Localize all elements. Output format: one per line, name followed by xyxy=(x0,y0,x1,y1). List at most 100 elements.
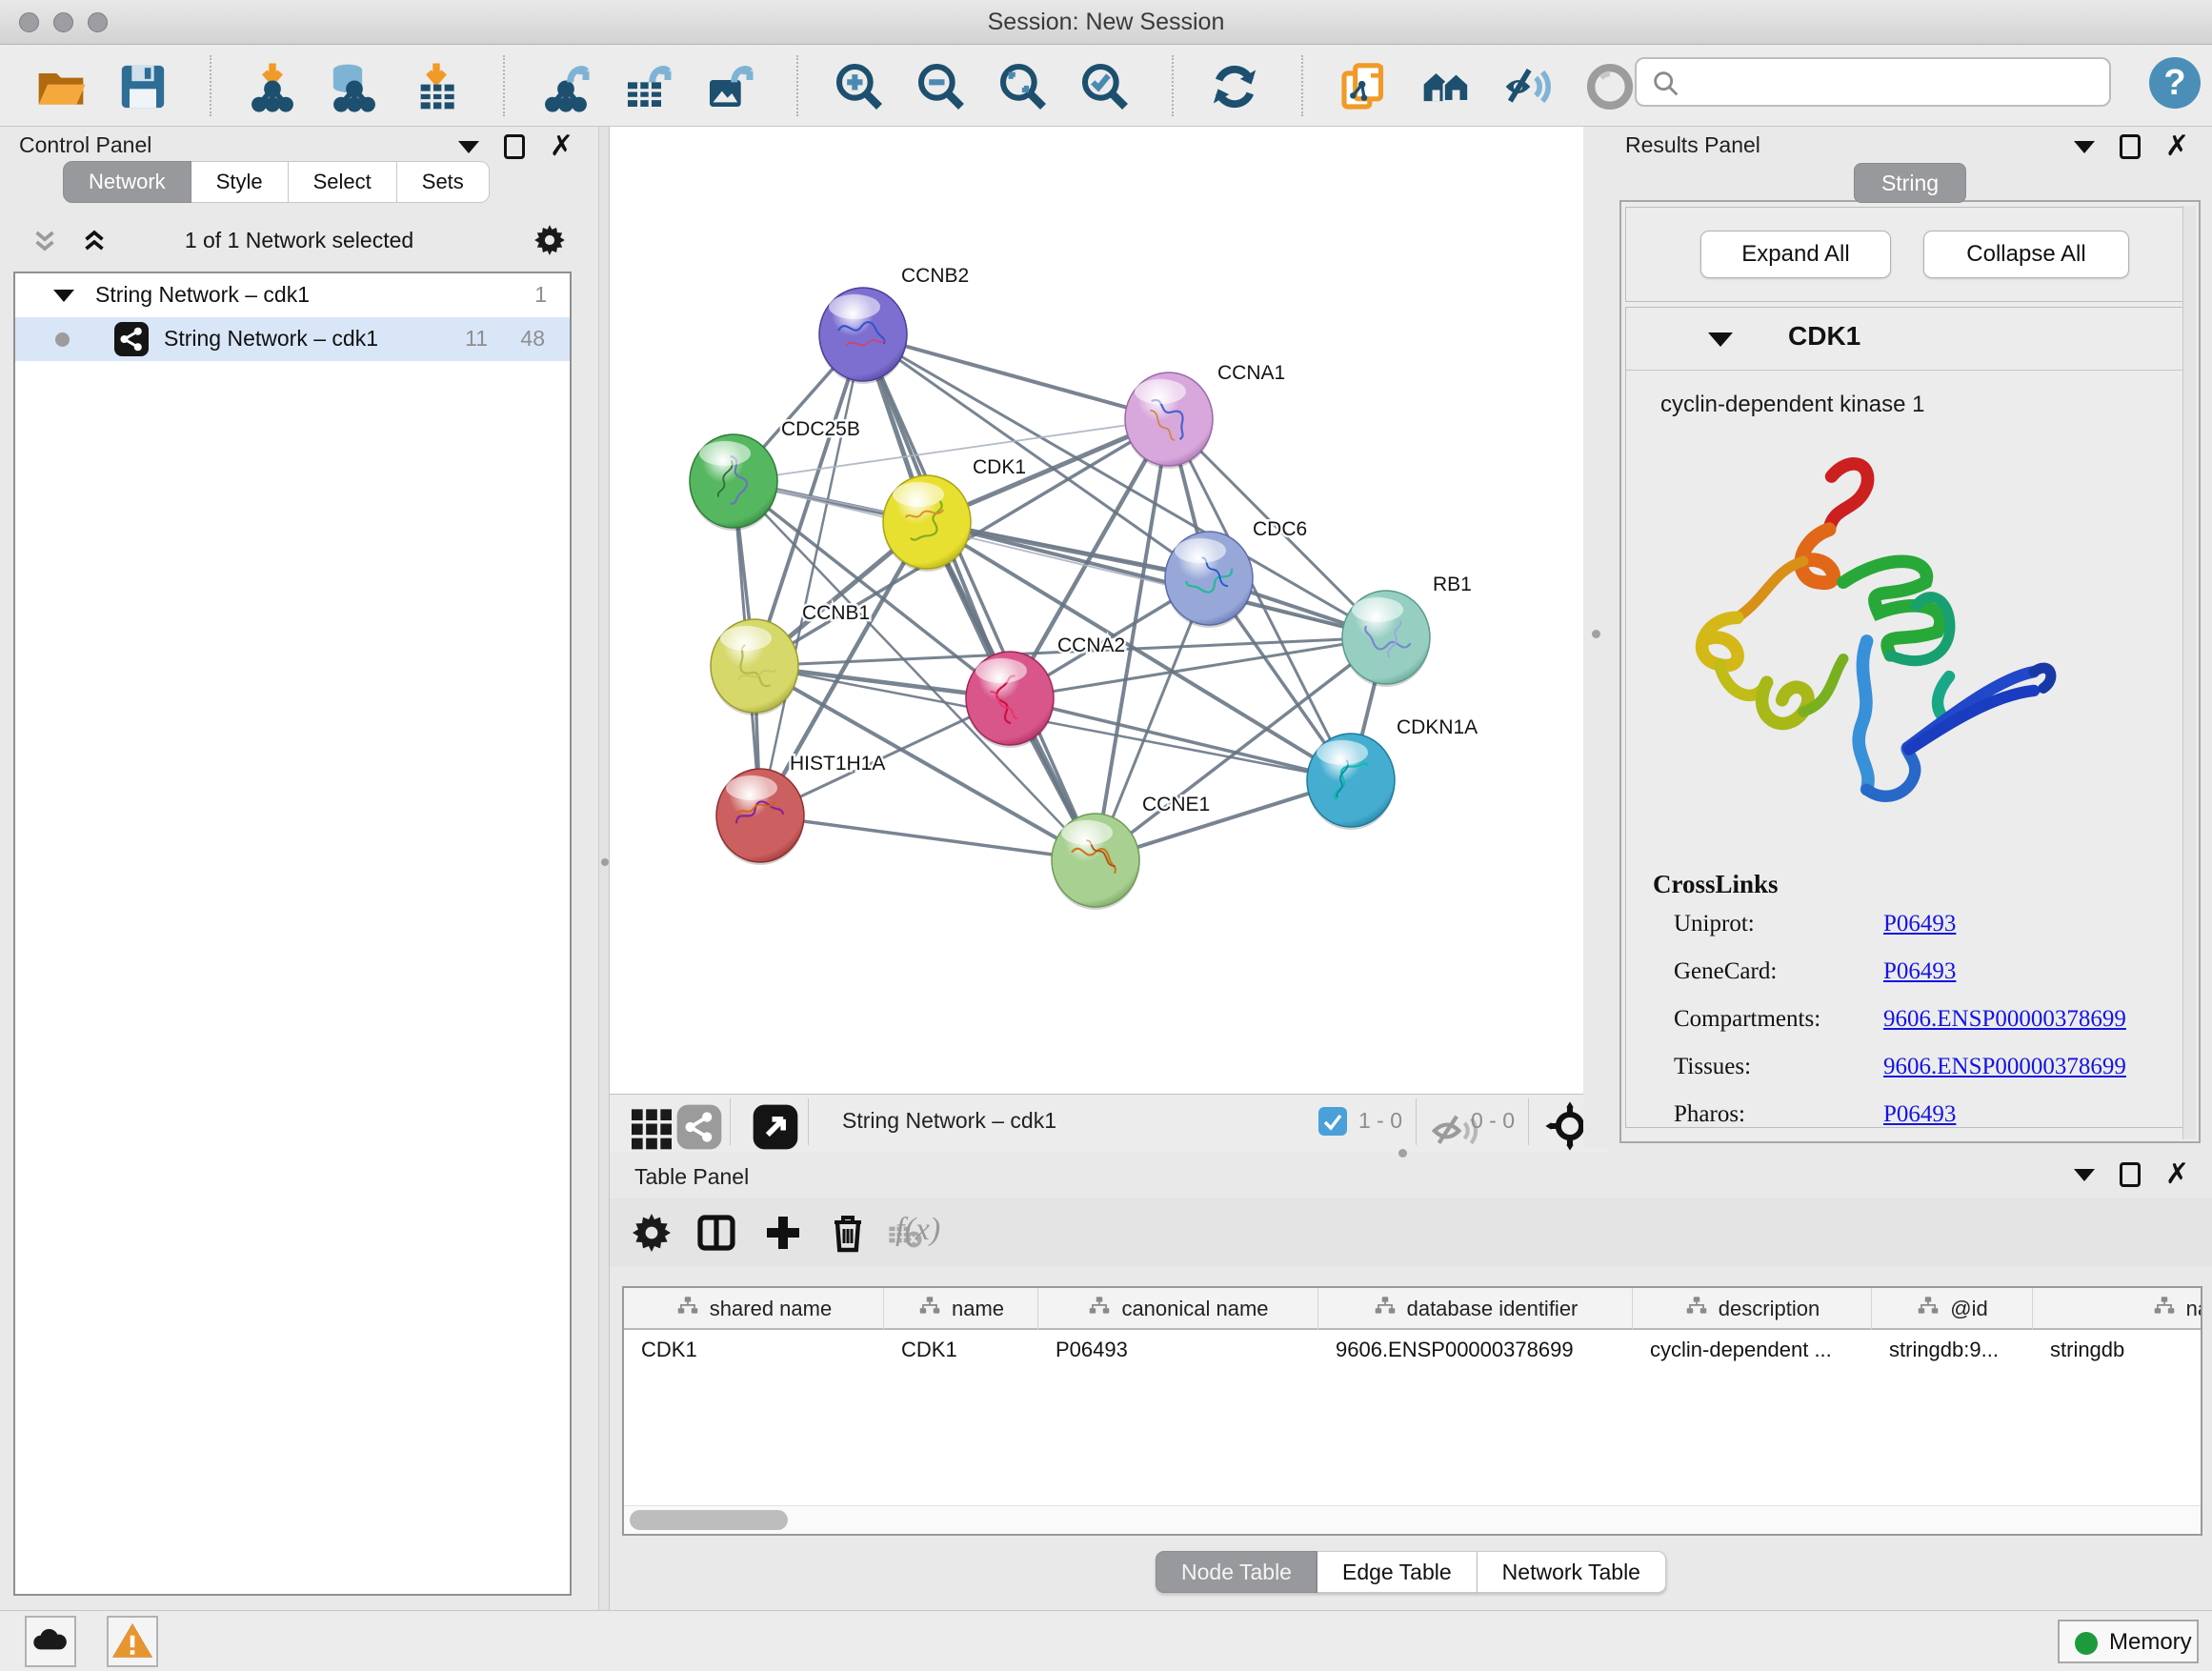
crosslink-label: Tissues: xyxy=(1674,1054,1751,1080)
export-table-icon[interactable] xyxy=(621,60,674,113)
network-node-ccna1[interactable]: CCNA1 xyxy=(1125,362,1285,469)
import-network-database-icon[interactable] xyxy=(328,60,381,113)
tab-string[interactable]: String xyxy=(1854,163,1966,203)
memory-button[interactable]: Memory xyxy=(2058,1620,2199,1663)
import-table-icon[interactable] xyxy=(410,60,463,113)
crosslink-link[interactable]: P06493 xyxy=(1883,1101,1956,1128)
tab-sets[interactable]: Sets xyxy=(397,161,490,203)
network-edge[interactable] xyxy=(863,334,1096,860)
crosslink-link[interactable]: P06493 xyxy=(1883,911,1956,937)
tab-select[interactable]: Select xyxy=(289,161,397,203)
tab-edge-table[interactable]: Edge Table xyxy=(1317,1551,1478,1593)
results-scrollbar[interactable] xyxy=(2182,206,2196,1139)
network-collection-row[interactable]: String Network – cdk1 1 xyxy=(15,273,570,317)
column-header-id[interactable]: @id xyxy=(1872,1288,2033,1330)
table-panel-splitter-handle[interactable] xyxy=(1398,1149,1407,1158)
export-image-icon[interactable] xyxy=(703,60,756,113)
network-edge[interactable] xyxy=(1010,698,1351,780)
control-panel-menu-icon[interactable] xyxy=(458,141,479,153)
crosslink-link[interactable]: 9606.ENSP00000378699 xyxy=(1883,1006,2126,1033)
search-input[interactable] xyxy=(1690,61,2100,103)
sort-tree-icon xyxy=(1373,1294,1398,1324)
control-panel-float-icon[interactable] xyxy=(504,134,525,159)
collapse-all-button[interactable]: Collapse All xyxy=(1923,231,2129,278)
expand-all-button[interactable]: Expand All xyxy=(1700,231,1891,278)
results-panel-float-icon[interactable] xyxy=(2120,134,2141,159)
sort-tree-icon xyxy=(675,1294,700,1324)
network-options-gear-icon[interactable] xyxy=(532,222,568,263)
node-label-ccnb1: CCNB1 xyxy=(802,602,870,624)
table-panel-close-icon[interactable]: ✗ xyxy=(2165,1162,2189,1187)
results-panel: Results Panel ✗ String Expand All Collap… xyxy=(1608,127,2212,1153)
column-header-canonicalname[interactable]: canonical name xyxy=(1038,1288,1318,1330)
network-edge[interactable] xyxy=(927,522,1386,637)
delete-column-icon[interactable] xyxy=(825,1210,871,1256)
network-node-hist1h1a[interactable]: HIST1H1A xyxy=(716,753,885,865)
column-header-sharedname[interactable]: shared name xyxy=(624,1288,884,1330)
table-row[interactable]: CDK1CDK1P064939606.ENSP00000378699cyclin… xyxy=(624,1330,2201,1370)
import-network-icon[interactable] xyxy=(246,60,299,113)
entry-collapse-caret-icon[interactable] xyxy=(1708,332,1733,347)
network-edge[interactable] xyxy=(760,334,863,815)
node-entry-header[interactable]: CDK1 xyxy=(1626,308,2194,371)
table-cell[interactable]: P06493 xyxy=(1038,1330,1318,1370)
warning-button[interactable] xyxy=(107,1616,158,1667)
crosslink-link[interactable]: P06493 xyxy=(1883,958,1956,985)
zoom-fit-icon[interactable] xyxy=(996,60,1050,113)
hide-selected-icon[interactable] xyxy=(1501,60,1555,113)
network-node-rb1[interactable]: RB1 xyxy=(1342,574,1472,687)
column-header-namespace[interactable]: namespace xyxy=(2033,1288,2202,1330)
split-columns-icon[interactable] xyxy=(694,1210,739,1256)
table-cell[interactable]: CDK1 xyxy=(624,1330,884,1370)
table-cell[interactable]: stringdb xyxy=(2033,1330,2202,1370)
cloud-button[interactable] xyxy=(25,1616,76,1667)
tab-network[interactable]: Network xyxy=(63,161,191,203)
help-button[interactable]: ? xyxy=(2149,57,2201,109)
first-neighbors-icon[interactable] xyxy=(1419,60,1473,113)
zoom-selected-icon[interactable] xyxy=(1078,60,1132,113)
column-header-name[interactable]: name xyxy=(884,1288,1038,1330)
results-panel-menu-icon[interactable] xyxy=(2074,141,2095,153)
control-panel-close-icon[interactable]: ✗ xyxy=(550,134,573,159)
string-view-icon[interactable] xyxy=(673,1100,714,1142)
zoom-out-icon[interactable] xyxy=(915,60,968,113)
table-cell[interactable]: 9606.ENSP00000378699 xyxy=(1318,1330,1633,1370)
tab-network-table[interactable]: Network Table xyxy=(1478,1551,1666,1593)
tab-style[interactable]: Style xyxy=(191,161,289,203)
zoom-in-icon[interactable] xyxy=(833,60,886,113)
table-panel-float-icon[interactable] xyxy=(2120,1162,2141,1187)
export-network-icon[interactable] xyxy=(539,60,593,113)
clone-network-icon[interactable] xyxy=(1337,60,1391,113)
network-node-ccnb2[interactable]: CCNB2 xyxy=(819,265,969,384)
show-all-icon[interactable] xyxy=(1583,60,1637,113)
table-panel-menu-icon[interactable] xyxy=(2074,1169,2095,1181)
collection-expand-caret-icon[interactable] xyxy=(53,290,74,302)
table-cell[interactable]: CDK1 xyxy=(884,1330,1038,1370)
table-cell[interactable]: stringdb:9... xyxy=(1872,1330,2033,1370)
tab-node-table[interactable]: Node Table xyxy=(1156,1551,1317,1593)
network-node-ccnb1[interactable]: CCNB1 xyxy=(711,602,870,715)
results-panel-close-icon[interactable]: ✗ xyxy=(2165,134,2189,159)
table-gear-icon[interactable] xyxy=(629,1210,674,1256)
network-edge[interactable] xyxy=(863,334,1169,419)
table-cell[interactable]: cyclin-dependent ... xyxy=(1633,1330,1872,1370)
column-header-description[interactable]: description xyxy=(1633,1288,1872,1330)
open-session-icon[interactable] xyxy=(34,60,88,113)
network-node-cdkn1a[interactable]: CDKN1A xyxy=(1307,716,1478,830)
network-node-cdk1[interactable]: CDK1 xyxy=(883,456,1026,572)
network-row[interactable]: String Network – cdk1 11 48 xyxy=(15,317,570,361)
add-column-icon[interactable] xyxy=(760,1210,806,1256)
birds-eye-view-icon[interactable] xyxy=(749,1100,791,1142)
right-splitter[interactable] xyxy=(1583,127,1608,1148)
fit-selected-crosshair-icon[interactable] xyxy=(1543,1099,1587,1143)
save-session-icon[interactable] xyxy=(116,60,170,113)
table-horizontal-scrollbar[interactable] xyxy=(624,1505,2201,1534)
left-splitter[interactable] xyxy=(598,127,610,1610)
selected-checkbox-icon[interactable] xyxy=(1318,1107,1347,1136)
network-edge[interactable] xyxy=(760,815,1096,860)
column-header-databaseidentifier[interactable]: database identifier xyxy=(1318,1288,1633,1330)
grid-view-icon[interactable] xyxy=(625,1100,667,1142)
crosslink-link[interactable]: 9606.ENSP00000378699 xyxy=(1883,1054,2126,1080)
network-canvas[interactable]: CCNB2CCNA1CDC25BCDK1CDC6RB1CCNB1CCNA2CDK… xyxy=(610,127,1583,1094)
apply-layout-icon[interactable] xyxy=(1208,60,1261,113)
